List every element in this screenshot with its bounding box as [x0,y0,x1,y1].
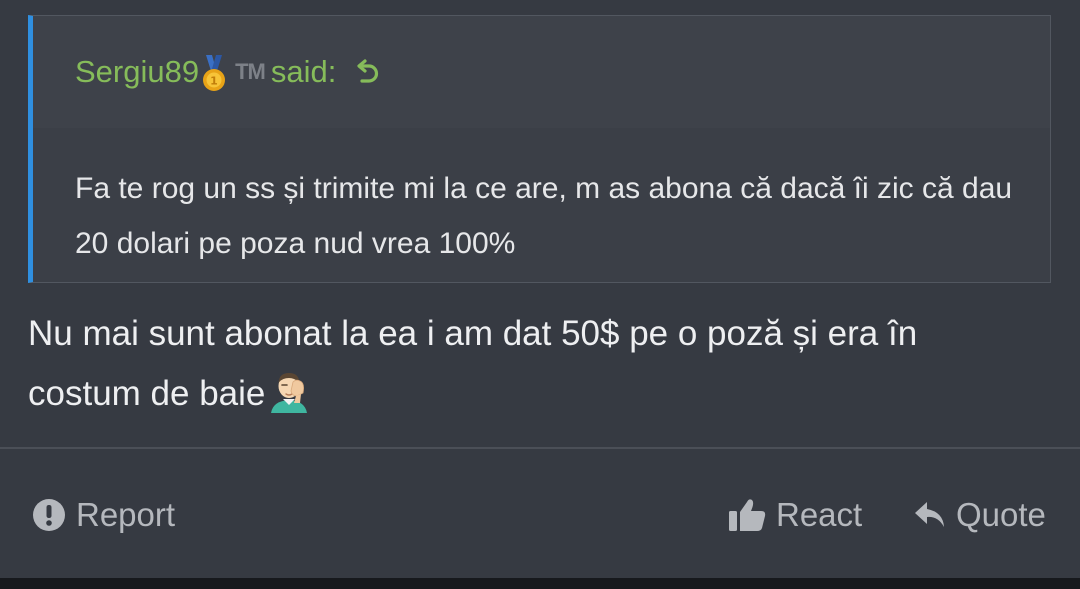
react-button[interactable]: React [728,490,862,540]
message-text: Nu mai sunt abonat la ea i am dat 50$ pe… [28,314,918,413]
said-label: said: [270,54,337,89]
quote-attribution[interactable]: Sergiu89 1 TM said: [75,53,382,91]
quote-button[interactable]: Quote [914,490,1046,540]
trademark-badge: TM [235,59,266,84]
quote-header: Sergiu89 1 TM said: [33,16,1050,128]
svg-text:1: 1 [210,75,218,88]
medal-icon: 1 [201,55,227,93]
reply-arrow-icon [915,502,944,527]
react-label: React [776,496,863,533]
report-button[interactable]: Report [32,490,175,540]
quote-block: Sergiu89 1 TM said: Fa te rog un ss și t… [28,15,1051,283]
message-body: Nu mai sunt abonat la ea i am dat 50$ pe… [28,304,1028,424]
arrow-return-icon[interactable] [352,58,382,88]
exclamation-circle-icon [33,499,65,531]
bottom-bar [0,578,1080,589]
quote-text: Fa te rog un ss și trimite mi la ce are,… [75,172,1013,260]
footer-divider [0,447,1080,449]
facepalm-icon [267,369,311,413]
quote-label: Quote [956,496,1046,533]
thumbs-up-icon [729,499,766,531]
forum-post: Sergiu89 1 TM said: Fa te rog un ss și t… [0,0,1080,578]
quote-author[interactable]: Sergiu89 [75,54,199,90]
report-label: Report [76,496,176,533]
